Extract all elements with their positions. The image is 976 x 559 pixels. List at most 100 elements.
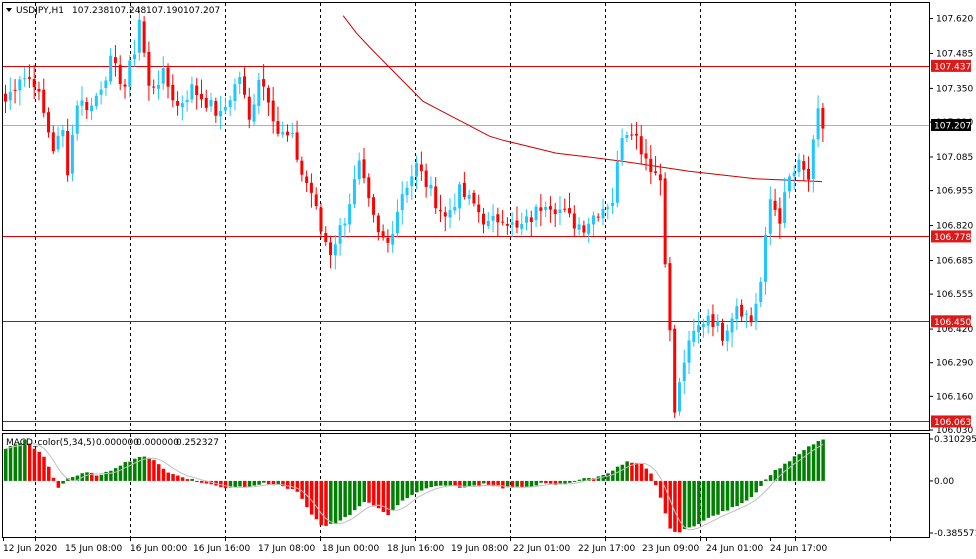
candle[interactable]	[37, 81, 41, 101]
candle[interactable]	[391, 221, 395, 253]
candle[interactable]	[80, 86, 84, 116]
candle[interactable]	[639, 125, 643, 165]
candle[interactable]	[70, 124, 74, 182]
candle[interactable]	[142, 16, 146, 58]
candle[interactable]	[677, 377, 681, 416]
candle[interactable]	[821, 103, 825, 142]
candle[interactable]	[510, 212, 514, 238]
candle[interactable]	[219, 95, 223, 130]
candle[interactable]	[596, 213, 600, 222]
candle[interactable]	[238, 71, 242, 95]
candle[interactable]	[587, 217, 591, 243]
candle[interactable]	[553, 202, 557, 228]
candle[interactable]	[467, 189, 471, 206]
candle[interactable]	[438, 194, 442, 222]
candle[interactable]	[697, 312, 701, 344]
candle[interactable]	[357, 152, 361, 185]
candle[interactable]	[333, 235, 337, 270]
candle[interactable]	[4, 84, 7, 114]
candle[interactable]	[773, 188, 777, 217]
candle[interactable]	[23, 67, 27, 87]
candle[interactable]	[611, 187, 615, 214]
candle[interactable]	[118, 55, 122, 91]
candle[interactable]	[13, 79, 17, 104]
candle[interactable]	[568, 192, 572, 218]
candle[interactable]	[601, 198, 605, 226]
candle[interactable]	[644, 139, 648, 171]
candle[interactable]	[548, 196, 552, 223]
candle[interactable]	[348, 193, 352, 233]
candle[interactable]	[171, 74, 175, 108]
candle[interactable]	[816, 95, 820, 148]
candle[interactable]	[362, 147, 366, 184]
candle[interactable]	[673, 324, 677, 418]
candle[interactable]	[501, 209, 505, 226]
candle[interactable]	[448, 198, 452, 229]
candle[interactable]	[266, 85, 270, 117]
candle[interactable]	[176, 91, 180, 116]
candle[interactable]	[27, 64, 31, 88]
candle[interactable]	[434, 177, 438, 214]
candle[interactable]	[615, 150, 619, 208]
candle[interactable]	[99, 81, 103, 105]
candle[interactable]	[190, 76, 194, 104]
candle[interactable]	[180, 95, 184, 121]
candle[interactable]	[472, 190, 476, 207]
candle[interactable]	[309, 173, 313, 208]
candle[interactable]	[204, 89, 208, 112]
candle[interactable]	[85, 97, 89, 119]
candle[interactable]	[262, 64, 266, 101]
candle[interactable]	[75, 100, 79, 141]
candle[interactable]	[209, 92, 213, 113]
candle[interactable]	[419, 151, 423, 181]
candle[interactable]	[314, 187, 318, 210]
candle[interactable]	[352, 165, 356, 209]
candle[interactable]	[372, 193, 376, 223]
candle[interactable]	[128, 55, 132, 98]
candle[interactable]	[544, 201, 548, 217]
candle[interactable]	[161, 56, 165, 90]
candle[interactable]	[343, 217, 347, 239]
candle[interactable]	[214, 97, 218, 123]
candle[interactable]	[577, 217, 581, 236]
candle[interactable]	[539, 194, 543, 227]
chart-canvas[interactable]: USDJPY,H1 107.238 107.248 107.190 107.20…	[0, 0, 976, 559]
candle[interactable]	[400, 181, 404, 225]
candle[interactable]	[505, 217, 509, 235]
candle[interactable]	[109, 48, 113, 85]
candle[interactable]	[66, 118, 70, 182]
candle[interactable]	[152, 79, 156, 95]
candle[interactable]	[243, 67, 246, 99]
candle[interactable]	[725, 324, 729, 352]
candle[interactable]	[90, 97, 94, 121]
candle[interactable]	[711, 304, 715, 337]
candle[interactable]	[233, 78, 237, 111]
candle[interactable]	[682, 349, 686, 394]
candle[interactable]	[295, 120, 299, 163]
candle[interactable]	[591, 211, 595, 236]
candle[interactable]	[405, 181, 409, 203]
candle[interactable]	[764, 226, 768, 295]
candle[interactable]	[429, 176, 433, 197]
candle[interactable]	[276, 106, 280, 137]
candle[interactable]	[113, 45, 117, 77]
candle[interactable]	[324, 226, 328, 246]
candle[interactable]	[147, 41, 151, 101]
candle[interactable]	[199, 79, 203, 108]
candle[interactable]	[443, 206, 447, 232]
candle[interactable]	[300, 156, 304, 182]
candle[interactable]	[625, 131, 629, 143]
candle[interactable]	[491, 204, 495, 233]
candle[interactable]	[778, 197, 782, 239]
candle[interactable]	[706, 309, 710, 334]
candle[interactable]	[257, 73, 261, 115]
candle[interactable]	[271, 87, 275, 134]
candle[interactable]	[458, 181, 462, 221]
candle[interactable]	[252, 93, 256, 126]
candle[interactable]	[802, 154, 806, 181]
candle[interactable]	[185, 90, 189, 112]
candle[interactable]	[156, 70, 160, 100]
candle[interactable]	[47, 107, 51, 138]
candlesticks[interactable]	[4, 6, 825, 418]
symbol-dropdown-icon[interactable]	[6, 8, 12, 12]
